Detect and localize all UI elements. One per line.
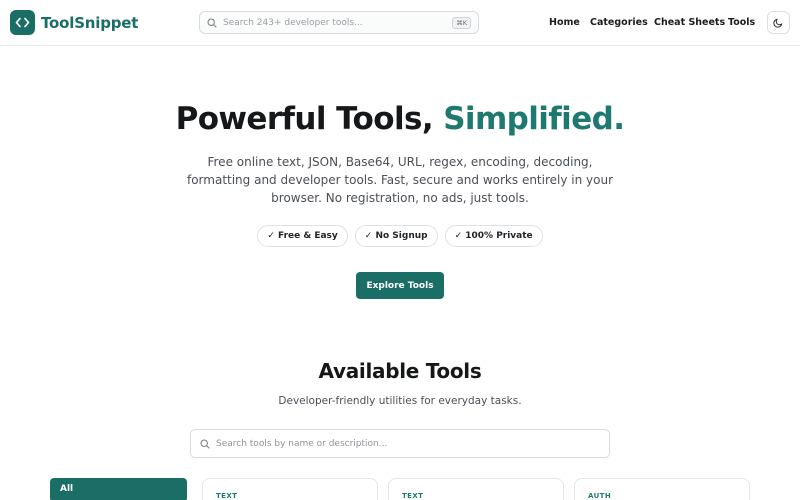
tools-search-input[interactable]: Search tools by name or description... xyxy=(190,429,610,458)
logo[interactable]: ToolSnippet xyxy=(10,10,138,35)
global-search-input[interactable]: Search 243+ developer tools... ⌘K xyxy=(199,11,479,34)
tool-card[interactable]: TEXT xyxy=(388,478,564,500)
badge-free: ✓ Free & Easy xyxy=(257,225,348,247)
filter-all-button[interactable]: All xyxy=(50,478,187,500)
tool-card-category: AUTH xyxy=(588,492,612,500)
hero-title-main: Powerful Tools, xyxy=(175,101,434,137)
top-header: ToolSnippet Search 243+ developer tools.… xyxy=(0,0,800,46)
tools-search-placeholder: Search tools by name or description... xyxy=(216,438,388,449)
badge-no-signup: ✓ No Signup xyxy=(354,225,438,247)
nav-cheat-sheets[interactable]: Cheat Sheets xyxy=(654,17,725,28)
explore-tools-button[interactable]: Explore Tools xyxy=(356,272,444,299)
nav-home[interactable]: Home xyxy=(549,17,580,28)
shortcut-hint: ⌘K xyxy=(452,16,471,29)
theme-toggle-button[interactable] xyxy=(767,11,790,34)
tool-card[interactable]: AUTH xyxy=(574,478,750,500)
feature-badges: ✓ Free & Easy ✓ No Signup ✓ 100% Private xyxy=(0,225,800,247)
nav-categories[interactable]: Categories xyxy=(590,17,648,28)
tools-section-title: Available Tools xyxy=(318,359,482,383)
tool-card-category: TEXT xyxy=(402,492,424,500)
search-placeholder: Search 243+ developer tools... xyxy=(223,17,363,28)
hero-description: Free online text, JSON, Base64, URL, reg… xyxy=(186,155,614,205)
moon-icon xyxy=(773,13,784,32)
tool-card-category: TEXT xyxy=(216,492,238,500)
tool-card[interactable]: TEXT xyxy=(202,478,378,500)
nav-tools[interactable]: Tools xyxy=(728,17,755,28)
search-icon xyxy=(207,13,217,32)
hero-title-accent: Simplified. xyxy=(443,101,625,137)
tools-section-subtitle: Developer-friendly utilities for everyda… xyxy=(278,395,522,407)
brand-name: ToolSnippet xyxy=(41,13,139,32)
search-icon xyxy=(200,434,210,453)
badge-private: ✓ 100% Private xyxy=(444,225,543,247)
hero-title: Powerful Tools, Simplified. xyxy=(0,101,800,137)
code-brackets-icon xyxy=(10,10,35,35)
